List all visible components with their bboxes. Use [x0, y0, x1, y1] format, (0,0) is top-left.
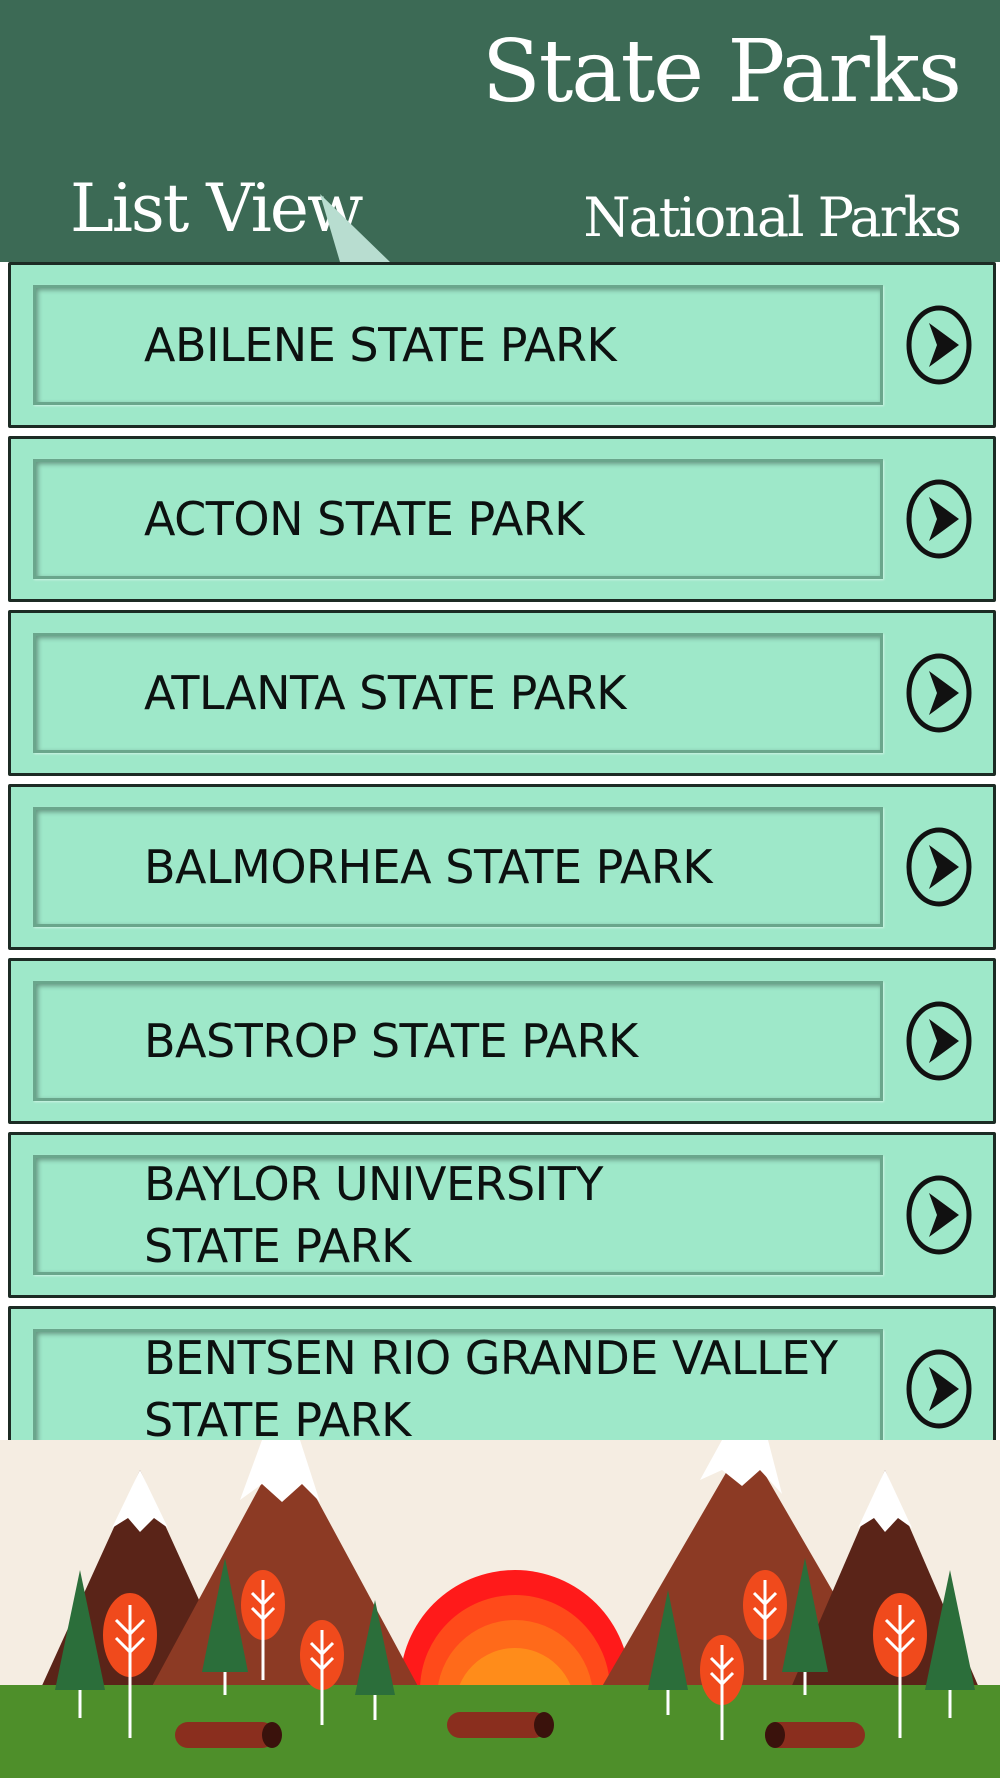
park-name: BALMORHEA STATE PARK: [144, 840, 713, 894]
chevron-right-circle-icon[interactable]: [905, 827, 973, 907]
mountain-sunset-illustration: [0, 1440, 1000, 1778]
park-item-panel: BENTSEN RIO GRANDE VALLEY STATE PARK: [33, 1329, 883, 1440]
active-tab-indicator: [320, 194, 390, 262]
park-name: BAYLOR UNIVERSITY STATE PARK: [144, 1157, 603, 1273]
park-item-panel: ATLANTA STATE PARK: [33, 633, 883, 753]
park-name: BASTROP STATE PARK: [144, 1014, 638, 1068]
chevron-right-circle-icon[interactable]: [905, 305, 973, 385]
park-list-item[interactable]: ABILENE STATE PARK: [8, 262, 996, 428]
park-list-item[interactable]: ATLANTA STATE PARK: [8, 610, 996, 776]
park-list-item[interactable]: BALMORHEA STATE PARK: [8, 784, 996, 950]
app-title: State Parks: [481, 22, 962, 122]
park-item-panel: BASTROP STATE PARK: [33, 981, 883, 1101]
header-bar: State Parks List View National Parks: [0, 0, 1000, 262]
park-name: ACTON STATE PARK: [144, 492, 584, 546]
park-list-item[interactable]: ACTON STATE PARK: [8, 436, 996, 602]
park-list-item[interactable]: BAYLOR UNIVERSITY STATE PARK: [8, 1132, 996, 1298]
park-list[interactable]: ABILENE STATE PARK ACTON STATE PARK ATLA…: [8, 262, 996, 1440]
park-item-panel: ACTON STATE PARK: [33, 459, 883, 579]
park-item-panel: BALMORHEA STATE PARK: [33, 807, 883, 927]
tab-national-parks[interactable]: National Parks: [583, 186, 962, 249]
chevron-right-circle-icon[interactable]: [905, 1349, 973, 1429]
chevron-right-circle-icon[interactable]: [905, 479, 973, 559]
chevron-right-circle-icon[interactable]: [905, 653, 973, 733]
park-list-item[interactable]: BENTSEN RIO GRANDE VALLEY STATE PARK: [8, 1306, 996, 1440]
park-item-panel: BAYLOR UNIVERSITY STATE PARK: [33, 1155, 883, 1275]
park-list-item[interactable]: BASTROP STATE PARK: [8, 958, 996, 1124]
park-name: ABILENE STATE PARK: [144, 318, 617, 372]
chevron-right-circle-icon[interactable]: [905, 1175, 973, 1255]
park-name: ATLANTA STATE PARK: [144, 666, 626, 720]
park-item-panel: ABILENE STATE PARK: [33, 285, 883, 405]
park-name: BENTSEN RIO GRANDE VALLEY STATE PARK: [144, 1331, 838, 1440]
chevron-right-circle-icon[interactable]: [905, 1001, 973, 1081]
